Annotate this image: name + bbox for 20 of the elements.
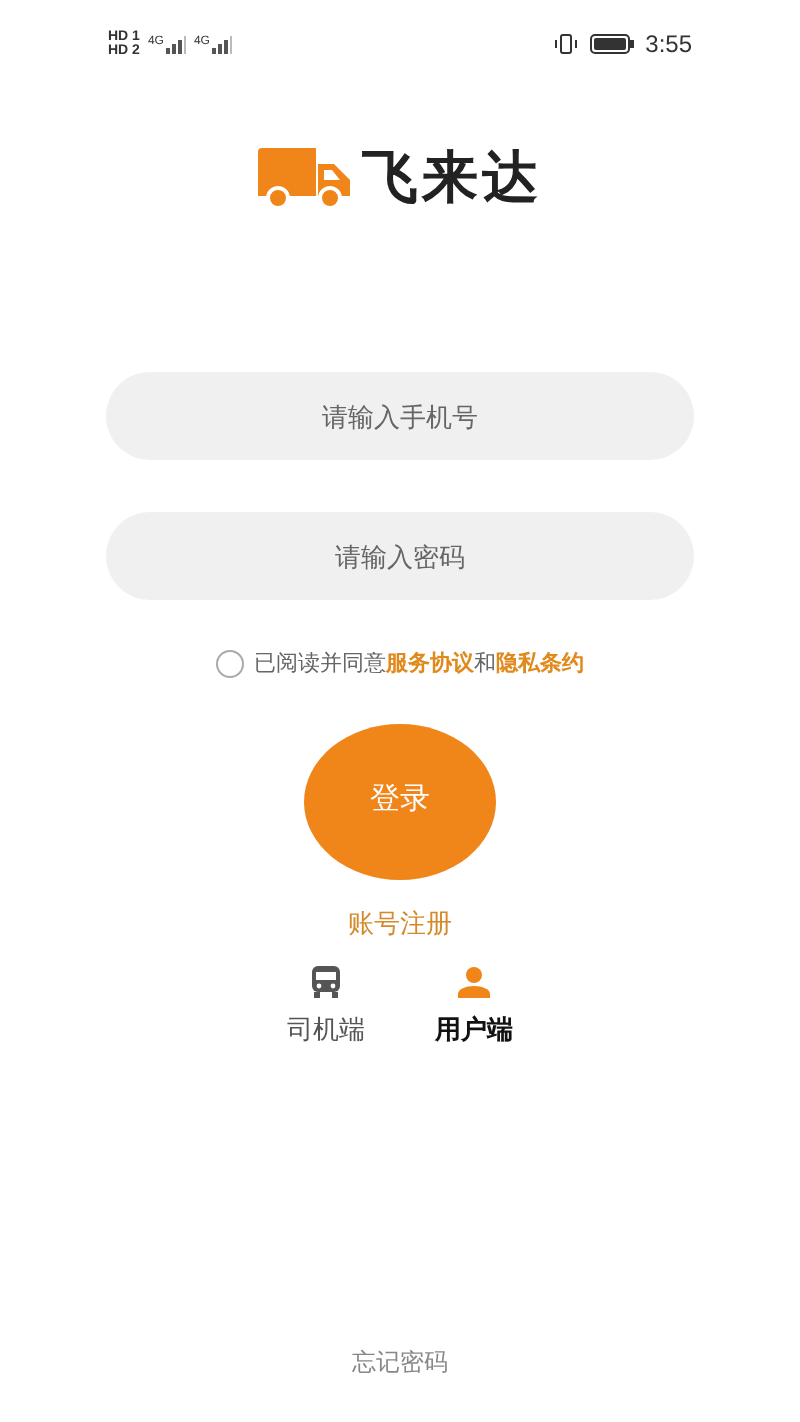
- signal-icon: [165, 35, 186, 53]
- register-link[interactable]: 账号注册: [348, 903, 452, 942]
- login-button[interactable]: 登录: [304, 723, 496, 879]
- role-tab[interactable]: 司机端: [282, 966, 370, 1049]
- status-time: 3:55: [645, 28, 692, 62]
- forgot-password-link[interactable]: 忘记密码: [352, 1344, 448, 1380]
- battery-icon: [589, 34, 634, 54]
- privacy-policy-link[interactable]: 隐私条约: [496, 652, 584, 676]
- input-field[interactable]: 请输入手机号: [106, 372, 694, 460]
- person-icon: [458, 966, 490, 998]
- app-name: 飞来达: [362, 144, 542, 212]
- signal-icon: [211, 35, 232, 53]
- agreement-checkbox[interactable]: [216, 650, 244, 679]
- role-tab[interactable]: 用户端: [430, 966, 518, 1049]
- truck-icon: [258, 148, 350, 208]
- agreement-text: 已阅读并同意服务协议和隐私条约: [254, 649, 584, 680]
- input-field[interactable]: 请输入密码: [106, 512, 694, 600]
- bus-icon: [310, 966, 342, 998]
- vibrate-icon: [553, 34, 578, 54]
- service-agreement-link[interactable]: 服务协议: [386, 652, 474, 676]
